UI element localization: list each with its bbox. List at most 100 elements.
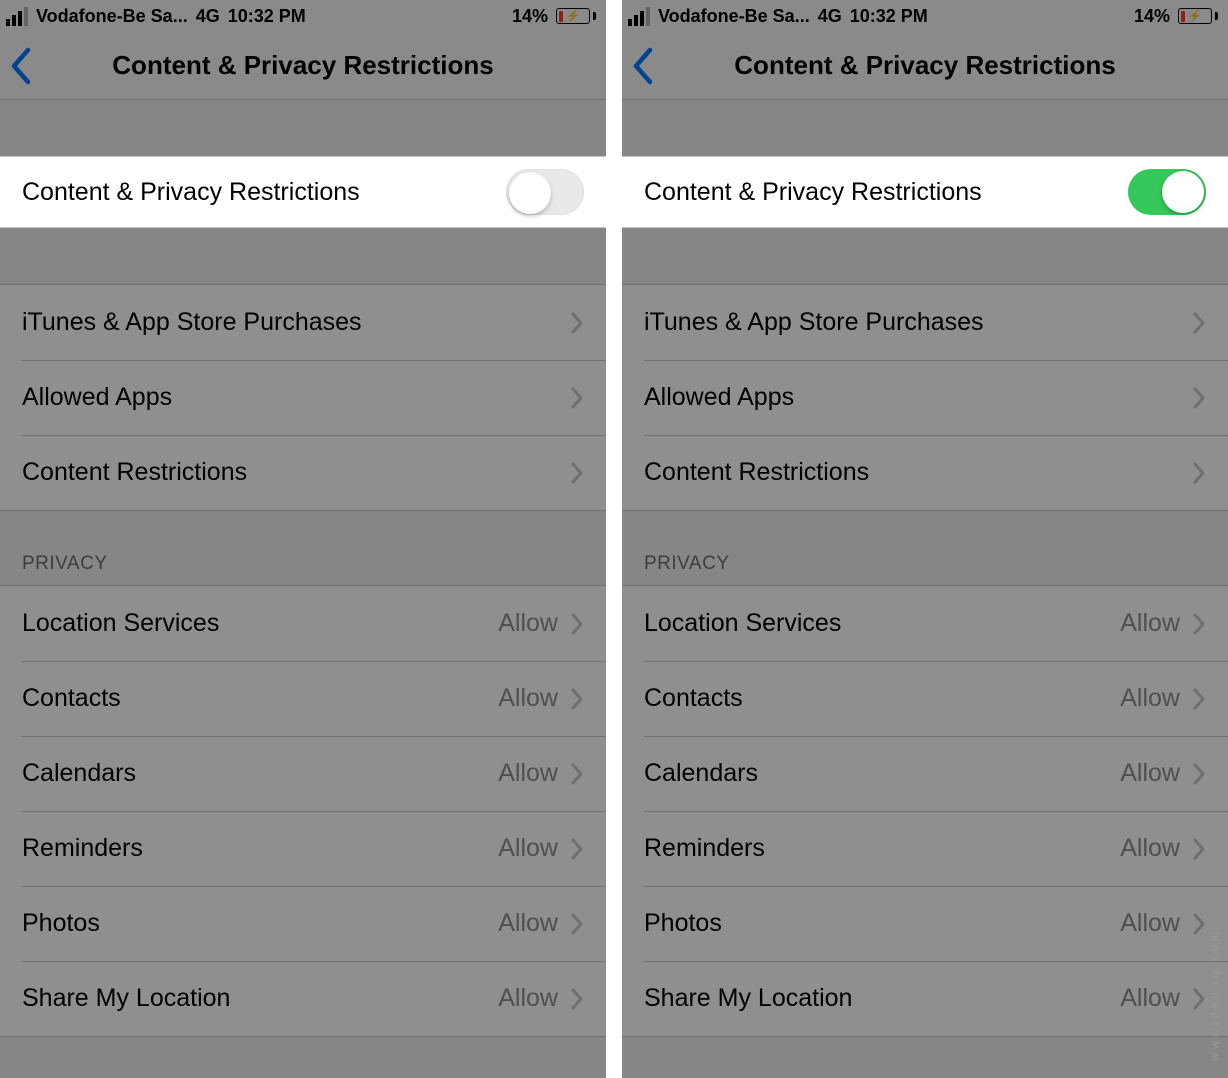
content-privacy-toggle-row: Content & Privacy Restrictions — [0, 156, 606, 228]
row-value: Allow — [1120, 684, 1180, 713]
row-value: Allow — [498, 984, 558, 1013]
row-label: Reminders — [22, 834, 143, 863]
switch-knob — [1162, 171, 1204, 213]
carrier-label: Vodafone-Be Sa... — [658, 6, 810, 27]
chevron-left-icon — [8, 47, 32, 85]
back-button[interactable] — [630, 47, 654, 85]
row-photos[interactable]: Photos Allow — [622, 886, 1228, 961]
row-value: Allow — [498, 834, 558, 863]
row-label: Content Restrictions — [644, 458, 869, 487]
row-location-services[interactable]: Location Services Allow — [622, 586, 1228, 661]
clock-label: 10:32 PM — [850, 6, 928, 27]
row-value: Allow — [498, 684, 558, 713]
row-label: Location Services — [644, 609, 841, 638]
phone-left: Vodafone-Be Sa... 4G 10:32 PM 14% ⚡ Cont… — [0, 0, 606, 1078]
content-privacy-toggle-row: Content & Privacy Restrictions — [622, 156, 1228, 228]
spacer — [622, 228, 1228, 284]
row-label: iTunes & App Store Purchases — [22, 308, 362, 337]
chevron-right-icon — [1192, 612, 1206, 636]
clock-label: 10:32 PM — [228, 6, 306, 27]
row-value: Allow — [1120, 909, 1180, 938]
row-value: Allow — [498, 609, 558, 638]
row-label: Location Services — [22, 609, 219, 638]
row-allowed-apps[interactable]: Allowed Apps — [0, 360, 606, 435]
content-privacy-switch[interactable] — [506, 169, 584, 215]
phone-right: Vodafone-Be Sa... 4G 10:32 PM 14% ⚡ Cont… — [622, 0, 1228, 1078]
privacy-header: PRIVACY — [622, 511, 1228, 585]
row-calendars[interactable]: Calendars Allow — [622, 736, 1228, 811]
row-share-my-location[interactable]: Share My Location Allow — [622, 961, 1228, 1036]
chevron-right-icon — [570, 987, 584, 1011]
row-location-services[interactable]: Location Services Allow — [0, 586, 606, 661]
network-label: 4G — [818, 6, 842, 27]
row-label: Calendars — [644, 759, 758, 788]
chevron-right-icon — [1192, 987, 1206, 1011]
chevron-right-icon — [570, 837, 584, 861]
battery-percent: 14% — [1134, 6, 1170, 27]
row-label: Photos — [644, 909, 722, 938]
row-calendars[interactable]: Calendars Allow — [0, 736, 606, 811]
network-label: 4G — [196, 6, 220, 27]
content-privacy-switch[interactable] — [1128, 169, 1206, 215]
chevron-right-icon — [1192, 687, 1206, 711]
row-label: iTunes & App Store Purchases — [644, 308, 984, 337]
side-by-side-wrap: Vodafone-Be Sa... 4G 10:32 PM 14% ⚡ Cont… — [0, 0, 1228, 1078]
row-value: Allow — [1120, 609, 1180, 638]
row-allowed-apps[interactable]: Allowed Apps — [622, 360, 1228, 435]
status-bar: Vodafone-Be Sa... 4G 10:32 PM 14% ⚡ — [622, 0, 1228, 32]
watermark: www.deuaq.com — [1210, 928, 1222, 1061]
chevron-right-icon — [1192, 386, 1206, 410]
row-reminders[interactable]: Reminders Allow — [622, 811, 1228, 886]
chevron-right-icon — [1192, 461, 1206, 485]
row-label: Calendars — [22, 759, 136, 788]
row-contacts[interactable]: Contacts Allow — [622, 661, 1228, 736]
row-reminders[interactable]: Reminders Allow — [0, 811, 606, 886]
row-value: Allow — [1120, 759, 1180, 788]
row-content-restrictions[interactable]: Content Restrictions — [0, 435, 606, 510]
nav-bar: Content & Privacy Restrictions — [0, 32, 606, 100]
row-content-restrictions[interactable]: Content Restrictions — [622, 435, 1228, 510]
row-label: Photos — [22, 909, 100, 938]
chevron-right-icon — [570, 687, 584, 711]
chevron-right-icon — [570, 612, 584, 636]
chevron-right-icon — [1192, 311, 1206, 335]
carrier-label: Vodafone-Be Sa... — [36, 6, 188, 27]
chevron-right-icon — [1192, 762, 1206, 786]
main-group: iTunes & App Store Purchases Allowed App… — [0, 284, 606, 511]
row-contacts[interactable]: Contacts Allow — [0, 661, 606, 736]
chevron-left-icon — [630, 47, 654, 85]
back-button[interactable] — [8, 47, 32, 85]
row-itunes-purchases[interactable]: iTunes & App Store Purchases — [0, 285, 606, 360]
privacy-group: Location Services Allow Contacts Allow C… — [622, 585, 1228, 1037]
battery-icon: ⚡ — [1178, 8, 1218, 24]
toggle-label: Content & Privacy Restrictions — [644, 178, 982, 207]
row-itunes-purchases[interactable]: iTunes & App Store Purchases — [622, 285, 1228, 360]
row-label: Content Restrictions — [22, 458, 247, 487]
spacer — [0, 100, 606, 156]
battery-percent: 14% — [512, 6, 548, 27]
nav-title: Content & Privacy Restrictions — [622, 50, 1228, 81]
chevron-right-icon — [570, 461, 584, 485]
battery-icon: ⚡ — [556, 8, 596, 24]
chevron-right-icon — [1192, 837, 1206, 861]
row-value: Allow — [498, 909, 558, 938]
row-label: Share My Location — [644, 984, 852, 1013]
signal-icon — [628, 7, 650, 26]
row-value: Allow — [498, 759, 558, 788]
row-label: Allowed Apps — [22, 383, 172, 412]
chevron-right-icon — [570, 762, 584, 786]
row-label: Share My Location — [22, 984, 230, 1013]
switch-knob — [509, 172, 551, 214]
spacer — [0, 228, 606, 284]
toggle-label: Content & Privacy Restrictions — [22, 178, 360, 207]
chevron-right-icon — [1192, 912, 1206, 936]
row-share-my-location[interactable]: Share My Location Allow — [0, 961, 606, 1036]
row-value: Allow — [1120, 834, 1180, 863]
signal-icon — [6, 7, 28, 26]
row-photos[interactable]: Photos Allow — [0, 886, 606, 961]
privacy-header: PRIVACY — [0, 511, 606, 585]
chevron-right-icon — [570, 386, 584, 410]
row-label: Contacts — [644, 684, 743, 713]
chevron-right-icon — [570, 311, 584, 335]
chevron-right-icon — [570, 912, 584, 936]
